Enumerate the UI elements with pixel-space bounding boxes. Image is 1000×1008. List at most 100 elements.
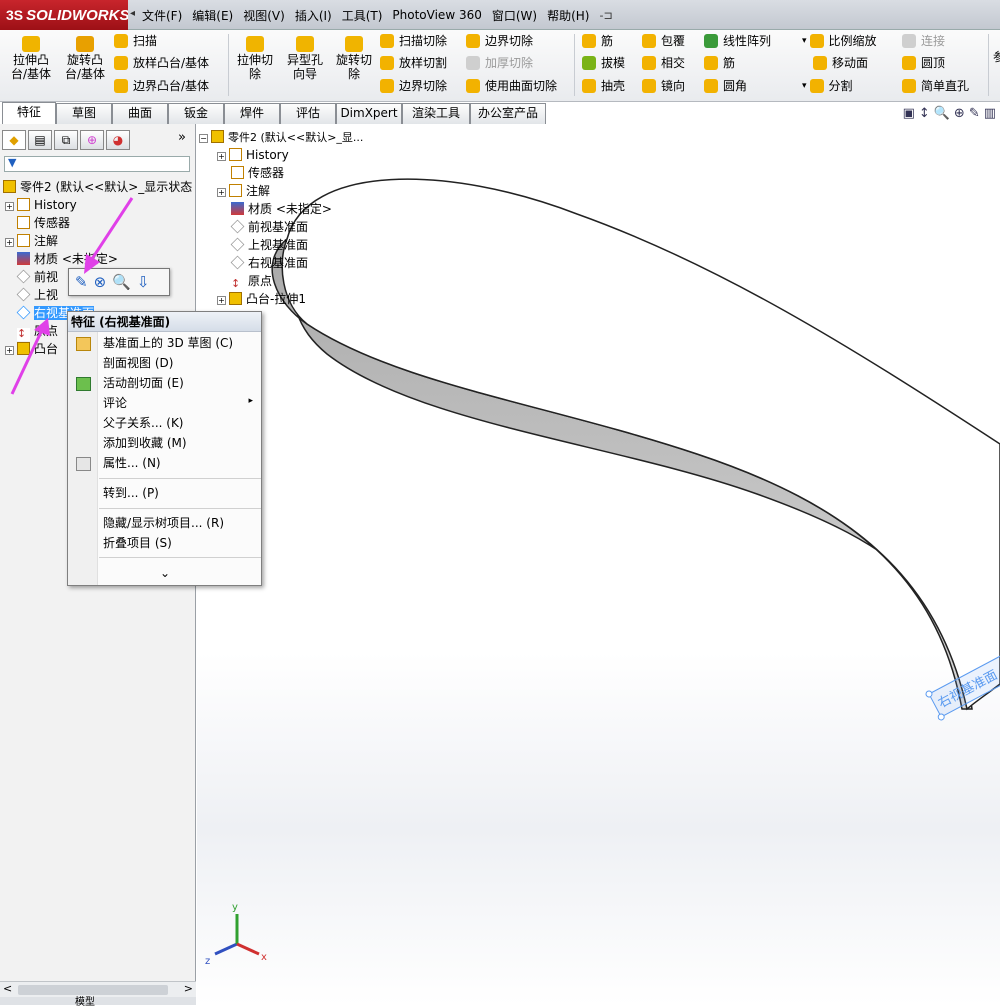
menu-edit[interactable]: 编辑(E) [192, 7, 233, 24]
boundary-cut-button-2[interactable]: 边界切除 [466, 32, 533, 50]
flyout-item-annotations[interactable]: + 注解 [217, 182, 270, 200]
menu-file[interactable]: 文件(F) [142, 7, 182, 24]
linear-pattern-button[interactable]: 线性阵列 [704, 32, 771, 50]
flyout-item-right-plane[interactable]: 右视基准面 [230, 254, 308, 272]
menu-item-add-to-favorites[interactable]: 添加到收藏 (M) [103, 434, 187, 452]
rib-button-2[interactable]: 筋 [704, 54, 735, 72]
menu-help[interactable]: 帮助(H) [547, 7, 589, 24]
tree-item-history[interactable]: + History [5, 196, 77, 214]
extrude-boss-button[interactable]: 拉伸凸 台/基体 [6, 34, 56, 81]
flyout-item-top-plane[interactable]: 上视基准面 [230, 236, 308, 254]
tree-root-part[interactable]: 零件2 (默认<<默认>_显示状态 [3, 178, 192, 196]
scale-button[interactable]: ▾ 比例缩放 [802, 32, 877, 50]
thicken-cut-button[interactable]: 加厚切除 [466, 54, 533, 72]
normal-to-icon[interactable]: ⊗ [94, 273, 107, 291]
move-face-button[interactable]: 移动面 [813, 54, 868, 72]
boundary-boss-button[interactable]: 边界凸台/基体 [114, 77, 209, 95]
scroll-right-icon[interactable]: > [184, 982, 193, 995]
expand-icon[interactable]: + [217, 296, 226, 305]
flyout-item-history[interactable]: + History [217, 146, 289, 164]
tree-filter-input[interactable]: ▼ [4, 156, 190, 172]
flyout-item-material[interactable]: 材质 <未指定> [231, 200, 332, 218]
tree-item-top-plane[interactable]: 上视 [16, 286, 58, 304]
menu-photoview[interactable]: PhotoView 360 [392, 8, 481, 22]
menu-item-properties[interactable]: 属性... (N) [103, 454, 161, 472]
tab-sketch[interactable]: 草图 [56, 103, 112, 124]
tree-horizontal-scrollbar[interactable]: < > [0, 981, 196, 997]
dome-button[interactable]: 圆顶 [902, 54, 945, 72]
tree-item-boss[interactable]: + 凸台 [5, 340, 58, 358]
menu-item-hide-show-tree-items[interactable]: 隐藏/显示树项目... (R) [103, 514, 224, 532]
tab-evaluate[interactable]: 评估 [280, 103, 336, 124]
mirror-button[interactable]: 镜向 [642, 77, 685, 95]
flyout-tree-root[interactable]: − 零件2 (默认<<默认>_显... [199, 128, 363, 146]
dimxpert-manager-tab[interactable]: ⊕ [80, 130, 104, 150]
rib-button[interactable]: 筋 [582, 32, 613, 50]
menu-window[interactable]: 窗口(W) [492, 7, 537, 24]
menu-item-go-to[interactable]: 转到... (P) [103, 484, 159, 502]
expand-icon[interactable]: + [5, 202, 14, 211]
menu-item-collapse-items[interactable]: 折叠项目 (S) [103, 534, 172, 552]
scroll-left-icon[interactable]: < [3, 982, 12, 995]
extrude-cut-button[interactable]: 拉伸切除 [232, 34, 278, 81]
show-icon[interactable]: ⇩ [137, 273, 150, 291]
menu-item-parent-child[interactable]: 父子关系... (K) [103, 414, 184, 432]
split-button[interactable]: ▾ 分割 [802, 77, 853, 95]
tab-model[interactable]: 模型 [75, 993, 95, 1008]
heads-up-view-toolbar[interactable]: ▣↕🔍⊕✎▥ [903, 106, 1000, 121]
zoom-to-selection-icon[interactable]: 🔍 [112, 273, 131, 291]
menu-item-comment[interactable]: 评论 [103, 394, 253, 412]
collapse-icon[interactable]: − [199, 134, 208, 143]
tab-features[interactable]: 特征 [2, 102, 56, 124]
tab-office-products[interactable]: 办公室产品 [470, 103, 546, 124]
lofted-cut-button[interactable]: 放样切割 [380, 54, 447, 72]
tab-surfaces[interactable]: 曲面 [112, 103, 168, 124]
flyout-item-boss-extrude[interactable]: + 凸台-拉伸1 [217, 290, 306, 308]
menu-tools[interactable]: 工具(T) [342, 7, 383, 24]
menu-expand-more-icon[interactable]: ⌄ [160, 564, 170, 582]
edit-sketch-icon[interactable]: ✎ [75, 273, 88, 291]
menu-expand-arrow[interactable]: ◂ [130, 8, 135, 19]
tree-item-annotations[interactable]: + 注解 [5, 232, 58, 250]
flyout-item-front-plane[interactable]: 前视基准面 [230, 218, 308, 236]
display-manager-tab[interactable]: ◕ [106, 130, 130, 150]
revolve-cut-button[interactable]: 旋转切除 [331, 34, 377, 81]
tab-dimxpert[interactable]: DimXpert [336, 103, 402, 124]
flyout-item-origin[interactable]: ↕ 原点 [231, 272, 272, 291]
menu-view[interactable]: 视图(V) [243, 7, 285, 24]
feature-manager-tab[interactable]: ◆ [2, 130, 26, 150]
expand-icon[interactable]: + [5, 238, 14, 247]
fillet-button[interactable]: 圆角 [704, 77, 747, 95]
tab-render-tools[interactable]: 渲染工具 [402, 103, 470, 124]
hole-wizard-button[interactable]: 异型孔 向导 [282, 34, 328, 81]
tree-item-origin[interactable]: ↕ 原点 [17, 322, 58, 341]
intersect-button[interactable]: 相交 [642, 54, 685, 72]
tree-item-front-plane[interactable]: 前视 [16, 268, 58, 286]
swept-cut-button[interactable]: 扫描切除 [380, 32, 447, 50]
surface-cut-button[interactable]: 使用曲面切除 [466, 77, 557, 95]
boundary-cut-button[interactable]: 边界切除 [380, 77, 447, 95]
configuration-manager-tab[interactable]: ⧉ [54, 130, 78, 150]
loft-boss-button[interactable]: 放样凸台/基体 [114, 54, 209, 72]
panel-expand-icon[interactable]: » [178, 130, 186, 145]
tab-weldments[interactable]: 焊件 [224, 103, 280, 124]
draft-button[interactable]: 拔模 [582, 54, 625, 72]
tree-item-material[interactable]: 材质 <未指定> [17, 250, 118, 268]
pin-icon[interactable]: -⊐ [599, 9, 612, 22]
menu-item-section-view[interactable]: 剖面视图 (D) [103, 354, 173, 372]
expand-icon[interactable]: + [217, 152, 226, 161]
tab-sheet-metal[interactable]: 钣金 [168, 103, 224, 124]
expand-icon[interactable]: + [217, 188, 226, 197]
join-button[interactable]: 连接 [902, 32, 945, 50]
flyout-item-sensors[interactable]: 传感器 [231, 164, 284, 182]
revolve-boss-button[interactable]: 旋转凸 台/基体 [60, 34, 110, 81]
wrap-button[interactable]: 包覆 [642, 32, 685, 50]
sweep-button[interactable]: 扫描 [114, 32, 157, 50]
shell-button[interactable]: 抽壳 [582, 77, 625, 95]
property-manager-tab[interactable]: ▤ [28, 130, 52, 150]
expand-icon[interactable]: + [5, 346, 14, 355]
reference-overflow[interactable]: 参 [993, 48, 1000, 66]
solidworks-logo[interactable]: 3S SOLIDWORKS [0, 0, 128, 30]
graphics-viewport[interactable]: 右视基准面 z y x − 零件2 (默认<<默认>_显... + History … [197, 124, 1000, 1005]
simple-hole-button[interactable]: 简单直孔 [902, 77, 969, 95]
